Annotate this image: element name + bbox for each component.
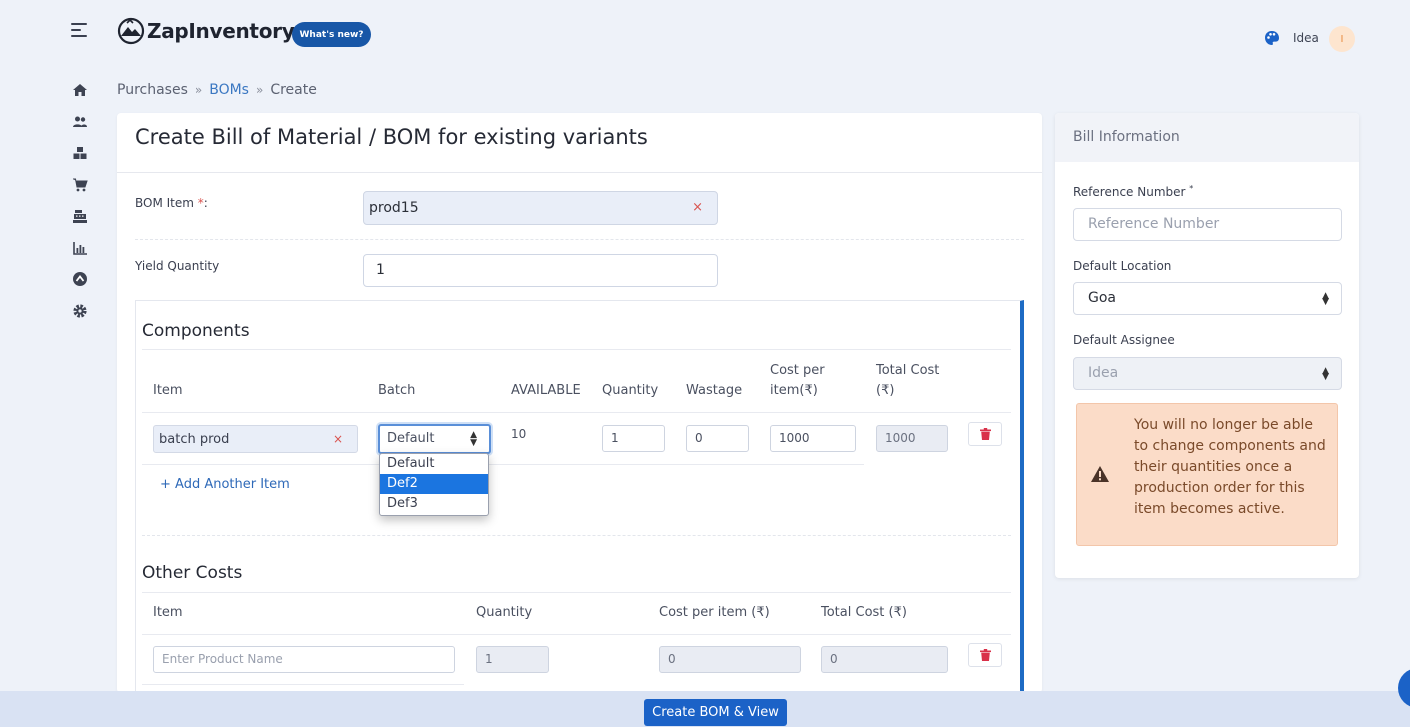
col-cost-per-item: Cost per item(₹) bbox=[770, 363, 825, 398]
col-batch: Batch bbox=[378, 383, 416, 398]
col-available: AVAILABLE bbox=[511, 383, 581, 398]
arrow-circle-icon[interactable] bbox=[70, 269, 90, 289]
divider bbox=[142, 349, 1011, 350]
breadcrumb-boms[interactable]: BOMs bbox=[209, 82, 249, 98]
components-section: Components Item Batch AVAILABLE Quantity… bbox=[135, 300, 1024, 693]
select-arrows-icon: ▲ ▼ bbox=[1322, 366, 1329, 382]
other-costs-title: Other Costs bbox=[142, 563, 243, 583]
divider bbox=[142, 684, 464, 685]
side-nav bbox=[70, 80, 90, 332]
batch-select[interactable]: Default ▲ ▼ bbox=[378, 424, 491, 454]
user-name[interactable]: Idea bbox=[1293, 31, 1319, 45]
other-cost-total: 0 bbox=[821, 646, 948, 673]
app-name: ZapInventory bbox=[147, 19, 295, 43]
other-cost-quantity-input[interactable]: 1 bbox=[476, 646, 549, 673]
component-item-select[interactable]: batch prod × bbox=[153, 425, 358, 453]
logo-icon bbox=[117, 17, 145, 45]
reference-number-label: Reference Number * bbox=[1073, 184, 1194, 199]
required-marker: * bbox=[1189, 184, 1194, 193]
home-icon[interactable] bbox=[70, 80, 90, 100]
other-cost-per-item-input[interactable]: 0 bbox=[659, 646, 801, 673]
component-total-cost: 1000 bbox=[876, 425, 948, 452]
trash-icon bbox=[979, 649, 991, 661]
divider bbox=[117, 172, 1042, 173]
bom-item-label: BOM Item *: bbox=[135, 196, 208, 210]
breadcrumb-create: Create bbox=[270, 82, 317, 98]
warning-icon bbox=[1091, 466, 1109, 482]
col-wastage: Wastage bbox=[686, 383, 743, 398]
default-assignee-value: Idea bbox=[1088, 365, 1119, 381]
breadcrumb-separator: » bbox=[194, 83, 203, 97]
divider bbox=[135, 239, 1024, 240]
users-icon[interactable] bbox=[70, 112, 90, 132]
batch-dropdown: Default Def2 Def3 bbox=[379, 453, 489, 516]
bom-item-select[interactable]: prod15 × bbox=[363, 191, 718, 225]
bom-form-card: Create Bill of Material / BOM for existi… bbox=[117, 113, 1042, 693]
trash-icon bbox=[979, 428, 991, 440]
divider bbox=[142, 535, 1011, 536]
components-title: Components bbox=[142, 321, 250, 341]
component-item-value: batch prod bbox=[159, 432, 230, 447]
chart-icon[interactable] bbox=[70, 238, 90, 258]
component-quantity-input[interactable]: 1 bbox=[602, 425, 665, 452]
reference-number-input[interactable]: Reference Number bbox=[1073, 208, 1342, 241]
col-total-cost: Total Cost (₹) bbox=[876, 363, 940, 398]
col-quantity: Quantity bbox=[602, 383, 659, 398]
col-other-item: Item bbox=[153, 605, 183, 620]
boxes-icon[interactable] bbox=[70, 143, 90, 163]
default-assignee-select[interactable]: Idea ▲ ▼ bbox=[1073, 357, 1342, 390]
delete-other-cost-button[interactable] bbox=[968, 643, 1002, 667]
select-arrows-icon: ▲ ▼ bbox=[470, 430, 477, 448]
batch-value: Default bbox=[387, 431, 435, 446]
col-other-total-cost: Total Cost (₹) bbox=[821, 605, 907, 620]
app-logo[interactable]: ZapInventory bbox=[117, 17, 295, 45]
component-wastage-input[interactable]: 0 bbox=[686, 425, 749, 452]
divider bbox=[142, 464, 864, 465]
col-other-quantity: Quantity bbox=[476, 605, 533, 620]
avatar[interactable]: I bbox=[1329, 26, 1355, 52]
bill-information-card: Bill Information Reference Number * Refe… bbox=[1055, 113, 1359, 578]
other-cost-item-input[interactable]: Enter Product Name bbox=[153, 646, 455, 673]
batch-option[interactable]: Def3 bbox=[380, 494, 488, 514]
default-location-label: Default Location bbox=[1073, 259, 1172, 273]
component-cost-input[interactable]: 1000 bbox=[770, 425, 856, 452]
warning-text: You will no longer be able to change com… bbox=[1134, 417, 1326, 517]
col-item: Item bbox=[153, 383, 183, 398]
warning-alert: You will no longer be able to change com… bbox=[1076, 403, 1338, 546]
create-bom-button[interactable]: Create BOM & View bbox=[644, 699, 787, 726]
bom-item-value: prod15 bbox=[369, 200, 419, 216]
palette-icon[interactable] bbox=[1264, 30, 1280, 46]
default-assignee-label: Default Assignee bbox=[1073, 333, 1175, 347]
batch-option[interactable]: Def2 bbox=[380, 474, 488, 494]
default-location-select[interactable]: Goa ▲ ▼ bbox=[1073, 282, 1342, 315]
cart-icon[interactable] bbox=[70, 175, 90, 195]
delete-component-button[interactable] bbox=[968, 422, 1002, 446]
divider bbox=[142, 592, 1011, 593]
available-value: 10 bbox=[511, 427, 527, 441]
clear-bom-item-icon[interactable]: × bbox=[692, 200, 703, 215]
breadcrumb-separator: » bbox=[255, 83, 264, 97]
add-another-item-link[interactable]: + Add Another Item bbox=[160, 477, 290, 492]
page-title: Create Bill of Material / BOM for existi… bbox=[135, 125, 648, 149]
breadcrumb-purchases[interactable]: Purchases bbox=[117, 82, 188, 98]
whats-new-button[interactable]: What's new? bbox=[292, 22, 371, 47]
batch-option[interactable]: Default bbox=[380, 454, 488, 474]
menu-toggle-icon[interactable] bbox=[71, 23, 87, 37]
yield-quantity-input[interactable]: 1 bbox=[363, 254, 718, 287]
col-other-cost-per-item: Cost per item (₹) bbox=[659, 605, 770, 620]
bill-information-title: Bill Information bbox=[1055, 113, 1359, 162]
cash-register-icon[interactable] bbox=[70, 206, 90, 226]
breadcrumb: Purchases » BOMs » Create bbox=[117, 82, 317, 98]
yield-quantity-label: Yield Quantity bbox=[135, 259, 220, 273]
default-location-value: Goa bbox=[1088, 290, 1116, 306]
select-arrows-icon: ▲ ▼ bbox=[1322, 291, 1329, 307]
gear-icon[interactable] bbox=[70, 301, 90, 321]
clear-component-item-icon[interactable]: × bbox=[333, 432, 343, 446]
divider bbox=[142, 412, 1011, 413]
divider bbox=[142, 634, 1011, 635]
